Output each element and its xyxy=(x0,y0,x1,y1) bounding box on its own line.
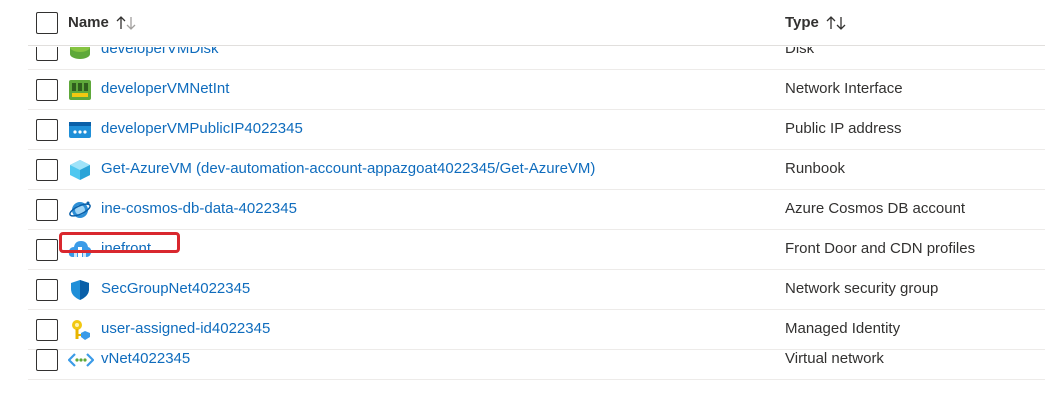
front-door-icon xyxy=(68,239,92,261)
column-header-type[interactable]: Type xyxy=(785,14,847,31)
resource-name-link[interactable]: developerVMNetInt xyxy=(101,80,229,97)
network-interface-icon xyxy=(68,79,92,101)
resource-type: Runbook xyxy=(785,160,846,177)
grid-header: Name Type xyxy=(28,0,1045,46)
resource-name-link[interactable]: user-assigned-id4022345 xyxy=(101,320,270,337)
managed-identity-icon xyxy=(68,319,92,341)
resource-name-link[interactable]: inefront xyxy=(101,240,151,257)
resource-type: Network Interface xyxy=(785,80,903,97)
select-all-checkbox[interactable] xyxy=(36,12,58,34)
resource-type: Virtual network xyxy=(785,350,884,367)
row-checkbox[interactable] xyxy=(36,79,58,101)
resource-name-link[interactable]: SecGroupNet4022345 xyxy=(101,280,250,297)
table-row[interactable]: inefront Front Door and CDN profiles xyxy=(28,230,1045,270)
table-row[interactable]: developerVMDisk Disk xyxy=(28,47,1045,70)
row-checkbox[interactable] xyxy=(36,159,58,181)
table-row[interactable]: ine-cosmos-db-data-4022345 Azure Cosmos … xyxy=(28,190,1045,230)
cosmos-db-icon xyxy=(68,199,92,221)
row-checkbox[interactable] xyxy=(36,349,58,371)
row-checkbox[interactable] xyxy=(36,319,58,341)
column-header-type-label: Type xyxy=(785,14,819,31)
resource-type: Network security group xyxy=(785,280,939,297)
table-row[interactable]: developerVMPublicIP4022345 Public IP add… xyxy=(28,110,1045,150)
resource-type: Disk xyxy=(785,47,815,57)
resource-type: Public IP address xyxy=(785,120,902,137)
table-row[interactable]: Get-AzureVM (dev-automation-account-appa… xyxy=(28,150,1045,190)
table-row[interactable]: developerVMNetInt Network Interface xyxy=(28,70,1045,110)
resource-name-link[interactable]: developerVMDisk xyxy=(101,47,219,57)
row-checkbox[interactable] xyxy=(36,119,58,141)
table-row[interactable]: vNet4022345 Virtual network xyxy=(28,340,1045,380)
shield-icon xyxy=(68,279,92,301)
row-checkbox[interactable] xyxy=(36,199,58,221)
virtual-network-icon xyxy=(67,349,95,371)
disk-icon xyxy=(68,47,92,61)
row-checkbox[interactable] xyxy=(36,279,58,301)
resource-name-link[interactable]: developerVMPublicIP4022345 xyxy=(101,120,303,137)
runbook-icon xyxy=(68,159,92,181)
sort-arrows-icon[interactable] xyxy=(825,15,847,31)
table-row[interactable]: SecGroupNet4022345 Network security grou… xyxy=(28,270,1045,310)
resource-name-link[interactable]: Get-AzureVM (dev-automation-account-appa… xyxy=(101,160,595,177)
row-checkbox[interactable] xyxy=(36,239,58,261)
resource-type: Managed Identity xyxy=(785,320,901,337)
resource-type: Front Door and CDN profiles xyxy=(785,240,976,257)
grid-rows: developerVMDisk Disk developerVMNetInt N… xyxy=(28,47,1045,403)
resource-name-link[interactable]: vNet4022345 xyxy=(101,350,190,367)
public-ip-icon xyxy=(68,119,92,141)
column-header-name-label: Name xyxy=(68,14,109,31)
resource-grid: developerVMDisk Disk developerVMNetInt N… xyxy=(0,0,1045,403)
sort-arrows-icon[interactable] xyxy=(115,15,137,31)
resource-type: Azure Cosmos DB account xyxy=(785,200,966,217)
column-header-name[interactable]: Name xyxy=(68,14,137,31)
row-checkbox[interactable] xyxy=(36,47,58,61)
resource-name-link[interactable]: ine-cosmos-db-data-4022345 xyxy=(101,200,297,217)
